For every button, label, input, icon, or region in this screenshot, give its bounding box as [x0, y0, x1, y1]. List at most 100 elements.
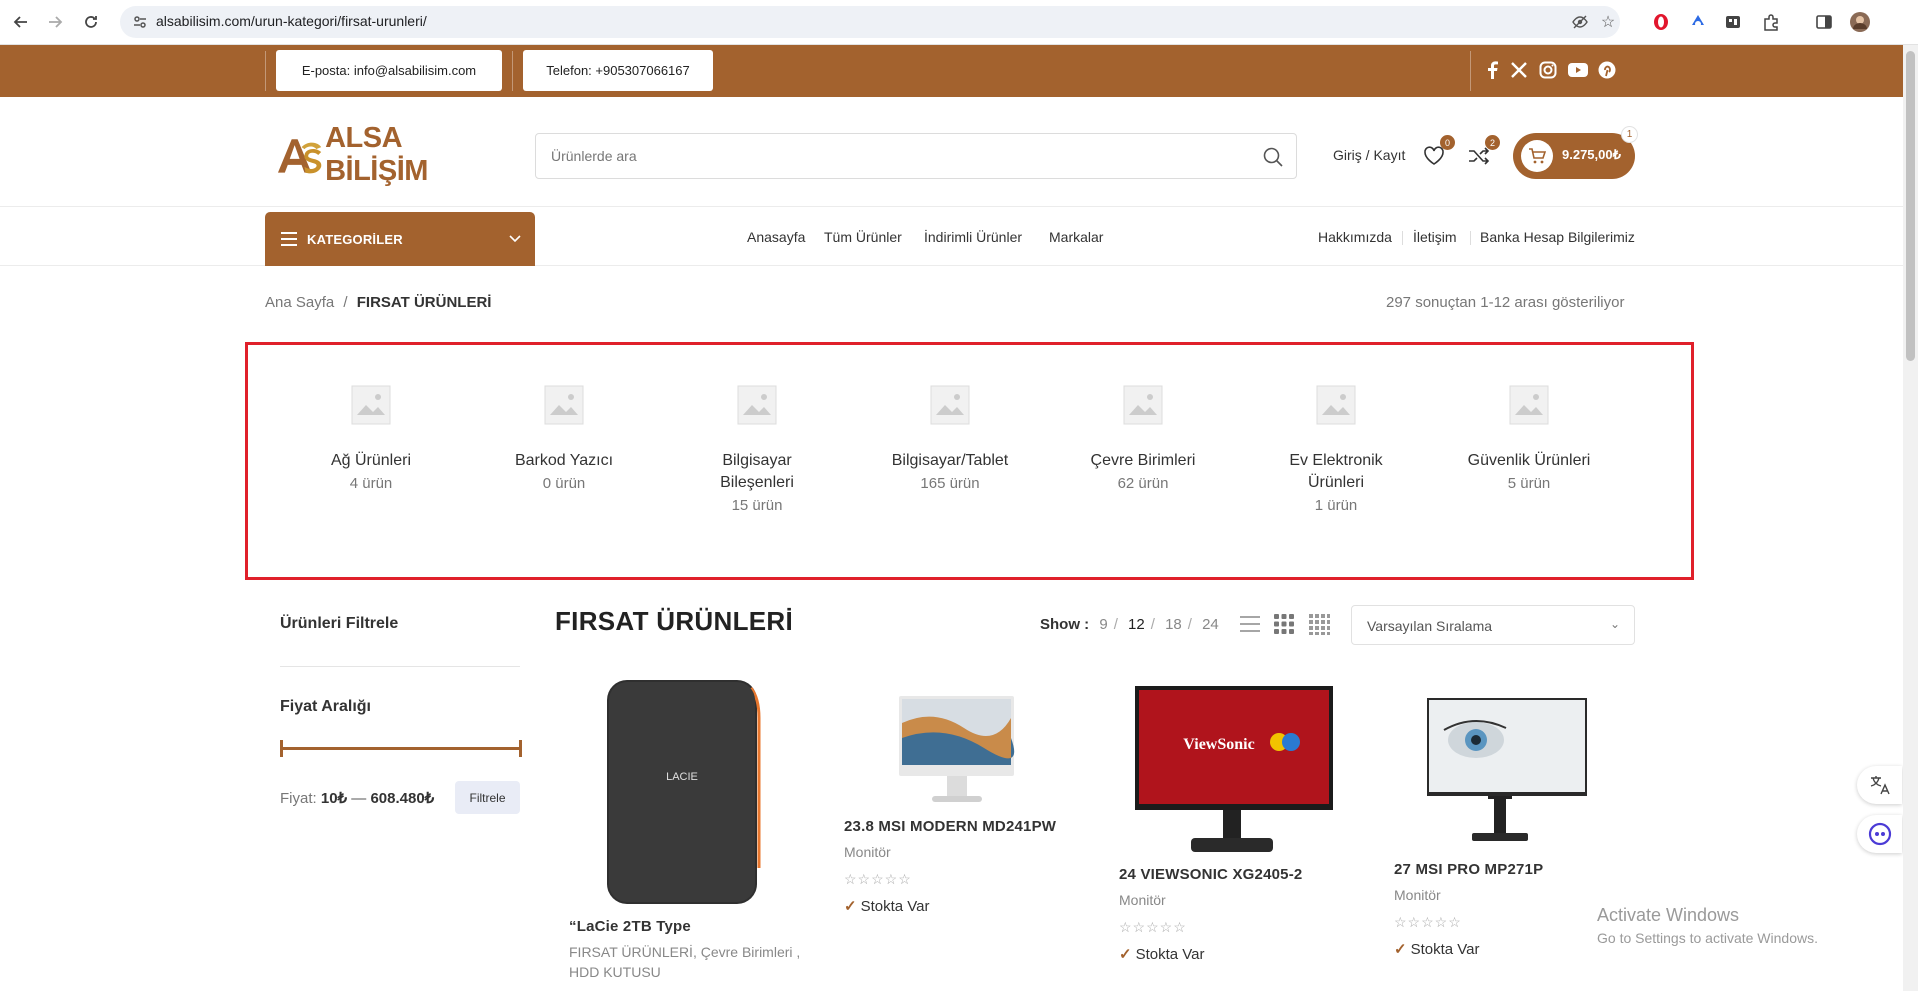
- phone-contact[interactable]: Telefon: +905307066167: [523, 50, 713, 91]
- category-card[interactable]: Ev Elektronik Ürünleri 1 ürün: [1256, 385, 1416, 517]
- subcategory-grid: Ağ Ürünleri 4 ürün Barkod Yazıcı 0 ürün …: [245, 342, 1694, 580]
- per-page-option[interactable]: 18: [1165, 616, 1182, 633]
- grid-4-view-icon[interactable]: [1308, 613, 1330, 635]
- assistant-button[interactable]: [1857, 815, 1902, 853]
- product-name[interactable]: 24 VIEWSONIC XG2405-2: [1119, 866, 1359, 883]
- address-bar[interactable]: alsabilisim.com/urun-kategori/firsat-uru…: [120, 6, 1620, 38]
- profile-avatar[interactable]: [1849, 11, 1871, 33]
- product-name[interactable]: 27 MSI PRO MP271P: [1394, 861, 1634, 878]
- product-category[interactable]: Monitör: [1394, 885, 1634, 905]
- puzzle-icon[interactable]: [1760, 11, 1782, 33]
- page-scrollbar[interactable]: [1903, 45, 1918, 991]
- image-placeholder-icon: [1316, 385, 1356, 425]
- product-image[interactable]: LACIE: [569, 678, 809, 906]
- check-icon: ✓: [844, 898, 857, 915]
- nav-link-discounted[interactable]: İndirimli Ürünler: [924, 229, 1022, 245]
- translate-button[interactable]: [1857, 766, 1902, 804]
- image-placeholder-icon: [544, 385, 584, 425]
- pinterest-icon[interactable]: [1594, 57, 1620, 83]
- grid-3-view-icon[interactable]: [1273, 613, 1295, 635]
- facebook-icon[interactable]: [1479, 57, 1505, 83]
- cart-icon: [1521, 140, 1553, 172]
- activation-watermark-title: Activate Windows: [1597, 905, 1740, 925]
- scrollbar-thumb[interactable]: [1906, 51, 1915, 361]
- product-name[interactable]: “LaCie 2TB Type: [569, 918, 809, 935]
- url-text: alsabilisim.com/urun-kategori/firsat-uru…: [156, 13, 427, 29]
- filter-button[interactable]: Filtrele: [455, 781, 520, 814]
- range-handle-min[interactable]: [280, 740, 283, 757]
- chevron-down-icon: [509, 232, 521, 246]
- category-count: 5 ürün: [1507, 475, 1551, 492]
- price-min: 10₺: [320, 790, 348, 807]
- product-image[interactable]: [844, 678, 1084, 806]
- site-info-icon[interactable]: [132, 14, 148, 30]
- search-placeholder: Ürünlerde ara: [551, 148, 637, 164]
- category-card[interactable]: Ağ Ürünleri 4 ürün: [291, 385, 451, 495]
- price-range-slider[interactable]: [280, 740, 522, 757]
- categories-menu-button[interactable]: KATEGORİLER: [265, 212, 535, 266]
- search-icon[interactable]: [1262, 146, 1284, 168]
- category-card[interactable]: Barkod Yazıcı 0 ürün: [484, 385, 644, 495]
- cart-button[interactable]: 9.275,00₺ 1: [1513, 126, 1638, 179]
- stock-text: Stokta Var: [1410, 941, 1480, 958]
- product-image[interactable]: [1394, 678, 1634, 849]
- range-handle-max[interactable]: [519, 740, 522, 757]
- opera-icon[interactable]: [1650, 11, 1672, 33]
- compare-button[interactable]: 2: [1466, 135, 1500, 169]
- category-card[interactable]: Güvenlik Ürünleri 5 ürün: [1449, 385, 1609, 495]
- extension-icon[interactable]: [1687, 11, 1709, 33]
- instagram-icon[interactable]: [1535, 57, 1561, 83]
- nav-link-contact[interactable]: İletişim: [1413, 229, 1457, 245]
- filter-title: Ürünleri Filtrele: [280, 615, 399, 632]
- browser-toolbar: alsabilisim.com/urun-kategori/firsat-uru…: [0, 0, 1918, 45]
- back-icon[interactable]: [8, 9, 34, 35]
- category-card[interactable]: Bilgisayar Bileşenleri 15 ürün: [677, 385, 837, 517]
- product-card[interactable]: 23.8 MSI MODERN MD241PW Monitör ☆☆☆☆☆ ✓ S…: [844, 678, 1084, 915]
- product-search-field[interactable]: Ürünlerde ara: [535, 133, 1297, 179]
- category-card[interactable]: Çevre Birimleri 62 ürün: [1063, 385, 1223, 495]
- nav-link-brands[interactable]: Markalar: [1049, 229, 1103, 245]
- site-logo[interactable]: ALSA BİLİŞİM: [276, 122, 508, 187]
- product-card[interactable]: ViewSonic 24 VIEWSONIC XG2405-2 Monitör …: [1119, 678, 1359, 963]
- category-count: 165 ürün: [920, 475, 980, 492]
- divider: [1470, 231, 1471, 245]
- nav-link-all-products[interactable]: Tüm Ürünler: [824, 229, 902, 245]
- sidebar-icon[interactable]: [1813, 11, 1835, 33]
- forward-icon[interactable]: [42, 9, 68, 35]
- sort-dropdown[interactable]: Varsayılan Sıralama ⌄: [1351, 605, 1635, 645]
- product-image[interactable]: ViewSonic: [1119, 678, 1359, 856]
- youtube-icon[interactable]: [1565, 57, 1591, 83]
- eye-off-icon[interactable]: [1570, 12, 1590, 32]
- lacie-logo-text: LACIE: [666, 771, 698, 783]
- check-icon: ✓: [1394, 941, 1407, 958]
- extension-icon[interactable]: [1722, 11, 1744, 33]
- product-category[interactable]: FIRSAT ÜRÜNLERİ, Çevre Birimleri , HDD K…: [569, 942, 809, 982]
- nav-link-about[interactable]: Hakkımızda: [1318, 229, 1392, 245]
- product-category[interactable]: Monitör: [844, 842, 1084, 862]
- image-placeholder-icon: [930, 385, 970, 425]
- category-count: 62 ürün: [1117, 475, 1169, 492]
- categories-label: KATEGORİLER: [307, 232, 403, 247]
- product-category[interactable]: Monitör: [1119, 890, 1359, 910]
- product-name[interactable]: 23.8 MSI MODERN MD241PW: [844, 818, 1084, 835]
- wishlist-button[interactable]: 0: [1421, 135, 1455, 169]
- reload-icon[interactable]: [78, 9, 104, 35]
- category-count: 15 ürün: [731, 497, 783, 514]
- nav-link-bank-info[interactable]: Banka Hesap Bilgilerimiz: [1480, 229, 1635, 245]
- wishlist-count-badge: 0: [1440, 135, 1455, 150]
- breadcrumb-home[interactable]: Ana Sayfa: [265, 294, 334, 311]
- per-page-option[interactable]: 24: [1202, 616, 1219, 633]
- x-icon[interactable]: [1506, 57, 1532, 83]
- image-placeholder-icon: [351, 385, 391, 425]
- product-card[interactable]: LACIE “LaCie 2TB Type FIRSAT ÜRÜNLERİ, Ç…: [569, 678, 809, 982]
- list-view-icon[interactable]: [1239, 613, 1261, 635]
- star-icon[interactable]: ☆: [1598, 12, 1618, 32]
- email-contact[interactable]: E-posta: info@alsabilisim.com: [276, 50, 502, 91]
- nav-link-home[interactable]: Anasayfa: [747, 229, 805, 245]
- category-card[interactable]: Bilgisayar/Tablet 165 ürün: [870, 385, 1030, 495]
- login-register-link[interactable]: Giriş / Kayıt: [1333, 147, 1405, 163]
- divider: [280, 666, 520, 667]
- divider: [1402, 231, 1403, 245]
- per-page-option[interactable]: 9: [1099, 616, 1107, 633]
- per-page-option-active[interactable]: 12: [1128, 616, 1145, 633]
